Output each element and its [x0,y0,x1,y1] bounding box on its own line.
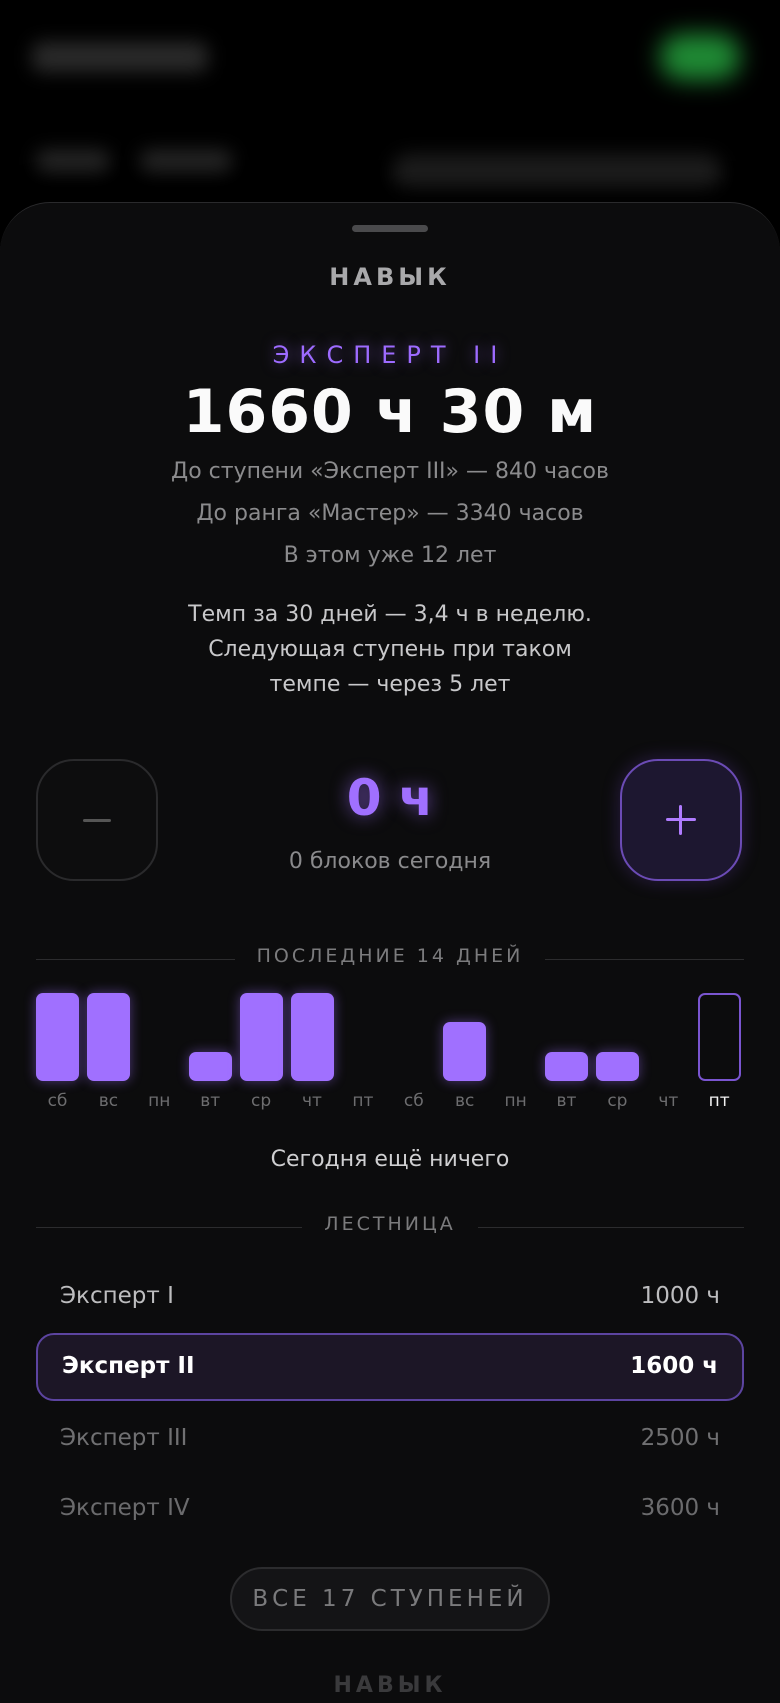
ladder-section-header: ЛЕСТНИЦА [36,1213,744,1243]
history-day-label: пн [504,1091,527,1111]
history-bar [290,993,334,1081]
ladder-step-hours: 1600 ч [630,1353,718,1379]
background-tab-blurred [140,150,232,172]
history-day-label: вс [98,1091,119,1111]
history-bar-today [697,993,741,1081]
ladder-step-current[interactable]: Эксперт II 1600 ч [36,1333,744,1401]
history-day-label: ср [251,1091,272,1111]
ladder-step-name: Эксперт III [60,1425,188,1451]
history-bar [239,993,283,1081]
sheet-title: НАВЫК [329,263,451,291]
pace-line: Следующая ступень при таком [208,637,572,662]
ladder-step[interactable]: Эксперт IV 3600 ч [36,1475,744,1543]
history-day-label: чт [302,1091,322,1111]
history-section-header: ПОСЛЕДНИЕ 14 ДНЕЙ [36,945,744,975]
years-info: В этом уже 12 лет [283,543,497,568]
ladder-step-hours: 1000 ч [640,1283,720,1309]
next-step-info: До ступени «Эксперт III» — 840 часов [171,459,609,484]
history-bar [36,993,79,1081]
ladder-step-hours: 2500 ч [640,1425,720,1451]
ladder-heading: ЛЕСТНИЦА [302,1213,478,1235]
next-rank-info: До ранга «Мастер» — 3340 часов [196,501,584,526]
background-tab-blurred [36,150,110,172]
ladder-step-name: Эксперт II [62,1353,195,1379]
history-bar [188,1052,232,1081]
pace-line: темпе — через 5 лет [269,672,511,697]
history-bar [545,1052,588,1081]
history-day-label: пт [708,1091,730,1111]
history-day-label: сб [47,1091,68,1111]
plus-icon [666,805,696,835]
history-bar [443,1022,487,1081]
sheet-drag-handle[interactable] [352,225,428,232]
history-day-label: чт [658,1091,679,1111]
history-day-label: вт [200,1091,221,1111]
history-bar [595,1052,639,1081]
all-steps-button[interactable]: ВСЕ 17 СТУПЕНЕЙ [230,1567,550,1631]
background-pill-blurred [392,154,722,190]
history-day-label: сб [403,1091,424,1111]
next-section-title-faded: НАВЫК [333,1673,447,1698]
total-time: 1660 ч 30 м [182,377,598,447]
background-action-button-blurred [660,34,740,80]
ladder-step[interactable]: Эксперт III 2500 ч [36,1405,744,1473]
history-day-label: пн [148,1091,171,1111]
history-heading: ПОСЛЕДНИЕ 14 ДНЕЙ [234,945,546,967]
history-day-label: вс [455,1091,475,1111]
history-bar [86,993,130,1081]
ladder-step-hours: 3600 ч [640,1495,720,1521]
history-day-label: пт [352,1091,374,1111]
background-title-blurred [32,42,208,72]
skill-bottom-sheet: НАВЫК ЭКСПЕРТ II 1660 ч 30 м До ступени … [0,202,780,1703]
today-message: Сегодня ещё ничего [270,1147,510,1172]
ladder-step-name: Эксперт IV [60,1495,190,1521]
current-rank: ЭКСПЕРТ II [272,341,508,369]
pace-info: Темп за 30 дней — 3,4 ч в неделю. Следую… [0,597,780,702]
history-day-label: вт [556,1091,577,1111]
pace-line: Темп за 30 дней — 3,4 ч в неделю. [188,602,592,627]
history-day-label: ср [607,1091,628,1111]
ladder-step[interactable]: Эксперт I 1000 ч [36,1263,744,1331]
ladder-step-name: Эксперт I [60,1283,174,1309]
increment-button[interactable] [620,759,742,881]
